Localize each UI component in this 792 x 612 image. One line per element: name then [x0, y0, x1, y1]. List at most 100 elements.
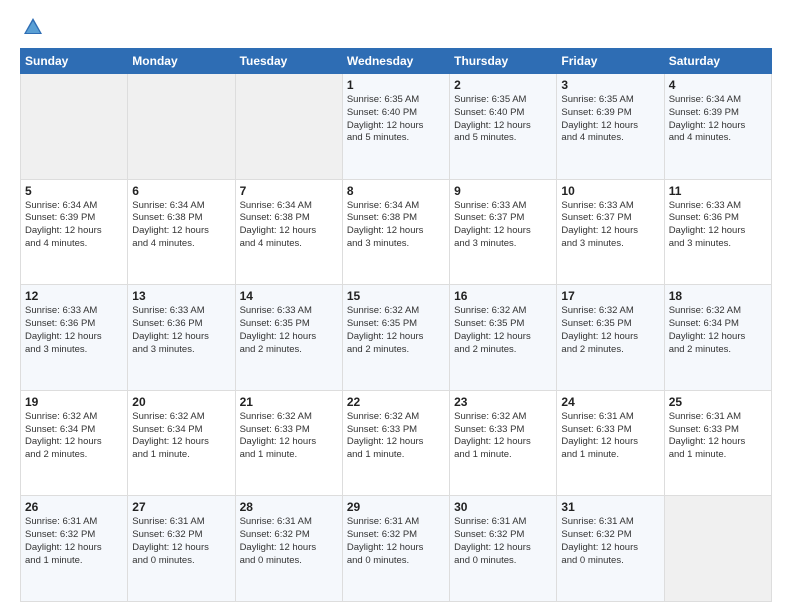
calendar-cell: 16 Sunrise: 6:32 AM Sunset: 6:35 PM Dayli… — [450, 285, 557, 391]
day-info: Sunrise: 6:31 AM Sunset: 6:32 PM Dayligh… — [240, 516, 338, 567]
day-info: Sunrise: 6:34 AM Sunset: 6:39 PM Dayligh… — [669, 94, 767, 145]
calendar-cell: 19 Sunrise: 6:32 AM Sunset: 6:34 PM Dayli… — [21, 390, 128, 496]
calendar-cell: 3 Sunrise: 6:35 AM Sunset: 6:39 PM Daylig… — [557, 74, 664, 180]
calendar-cell: 23 Sunrise: 6:32 AM Sunset: 6:33 PM Dayli… — [450, 390, 557, 496]
calendar-cell: 31 Sunrise: 6:31 AM Sunset: 6:32 PM Dayli… — [557, 496, 664, 602]
day-info: Sunrise: 6:32 AM Sunset: 6:33 PM Dayligh… — [347, 411, 445, 462]
header — [20, 16, 772, 38]
day-number: 23 — [454, 395, 552, 409]
day-info: Sunrise: 6:32 AM Sunset: 6:34 PM Dayligh… — [669, 305, 767, 356]
weekday-header-row: SundayMondayTuesdayWednesdayThursdayFrid… — [21, 49, 772, 74]
day-number: 6 — [132, 184, 230, 198]
calendar-cell: 26 Sunrise: 6:31 AM Sunset: 6:32 PM Dayli… — [21, 496, 128, 602]
calendar-cell: 17Sunrise: 6:32 AM Sunset: 6:35 PM Dayli… — [557, 285, 664, 391]
calendar-cell — [128, 74, 235, 180]
day-info: Sunrise: 6:31 AM Sunset: 6:32 PM Dayligh… — [454, 516, 552, 567]
day-number: 29 — [347, 500, 445, 514]
day-info: Sunrise: 6:33 AM Sunset: 6:35 PM Dayligh… — [240, 305, 338, 356]
calendar-cell: 12 Sunrise: 6:33 AM Sunset: 6:36 PM Dayli… — [21, 285, 128, 391]
weekday-thursday: Thursday — [450, 49, 557, 74]
calendar-cell: 20Sunrise: 6:32 AM Sunset: 6:34 PM Dayli… — [128, 390, 235, 496]
day-number: 4 — [669, 78, 767, 92]
calendar-cell: 4 Sunrise: 6:34 AM Sunset: 6:39 PM Daylig… — [664, 74, 771, 180]
day-info: Sunrise: 6:34 AM Sunset: 6:38 PM Dayligh… — [132, 200, 230, 251]
day-number: 10 — [561, 184, 659, 198]
calendar-cell: 5Sunrise: 6:34 AM Sunset: 6:39 PM Daylig… — [21, 179, 128, 285]
calendar-cell: 11 Sunrise: 6:33 AM Sunset: 6:36 PM Dayli… — [664, 179, 771, 285]
day-info: Sunrise: 6:31 AM Sunset: 6:32 PM Dayligh… — [561, 516, 659, 567]
week-row-4: 19 Sunrise: 6:32 AM Sunset: 6:34 PM Dayli… — [21, 390, 772, 496]
calendar-cell: 7 Sunrise: 6:34 AM Sunset: 6:38 PM Daylig… — [235, 179, 342, 285]
day-number: 30 — [454, 500, 552, 514]
calendar-cell: 28 Sunrise: 6:31 AM Sunset: 6:32 PM Dayli… — [235, 496, 342, 602]
day-info: Sunrise: 6:34 AM Sunset: 6:38 PM Dayligh… — [240, 200, 338, 251]
day-info: Sunrise: 6:35 AM Sunset: 6:39 PM Dayligh… — [561, 94, 659, 145]
day-info: Sunrise: 6:31 AM Sunset: 6:32 PM Dayligh… — [132, 516, 230, 567]
day-info: Sunrise: 6:33 AM Sunset: 6:36 PM Dayligh… — [669, 200, 767, 251]
calendar-cell: 18 Sunrise: 6:32 AM Sunset: 6:34 PM Dayli… — [664, 285, 771, 391]
week-row-2: 5Sunrise: 6:34 AM Sunset: 6:39 PM Daylig… — [21, 179, 772, 285]
day-number: 12 — [25, 289, 123, 303]
logo-icon — [22, 16, 44, 38]
calendar-cell: 6 Sunrise: 6:34 AM Sunset: 6:38 PM Daylig… — [128, 179, 235, 285]
day-info: Sunrise: 6:35 AM Sunset: 6:40 PM Dayligh… — [347, 94, 445, 145]
page: SundayMondayTuesdayWednesdayThursdayFrid… — [0, 0, 792, 612]
logo — [20, 16, 44, 38]
weekday-saturday: Saturday — [664, 49, 771, 74]
day-info: Sunrise: 6:33 AM Sunset: 6:36 PM Dayligh… — [132, 305, 230, 356]
weekday-friday: Friday — [557, 49, 664, 74]
calendar-cell: 2 Sunrise: 6:35 AM Sunset: 6:40 PM Daylig… — [450, 74, 557, 180]
day-info: Sunrise: 6:34 AM Sunset: 6:39 PM Dayligh… — [25, 200, 123, 251]
week-row-3: 12 Sunrise: 6:33 AM Sunset: 6:36 PM Dayli… — [21, 285, 772, 391]
day-number: 7 — [240, 184, 338, 198]
weekday-wednesday: Wednesday — [342, 49, 449, 74]
calendar-cell: 14 Sunrise: 6:33 AM Sunset: 6:35 PM Dayli… — [235, 285, 342, 391]
calendar-cell: 27 Sunrise: 6:31 AM Sunset: 6:32 PM Dayli… — [128, 496, 235, 602]
calendar-cell: 25Sunrise: 6:31 AM Sunset: 6:33 PM Dayli… — [664, 390, 771, 496]
day-number: 17 — [561, 289, 659, 303]
day-number: 31 — [561, 500, 659, 514]
day-number: 9 — [454, 184, 552, 198]
calendar-cell: 1 Sunrise: 6:35 AM Sunset: 6:40 PM Daylig… — [342, 74, 449, 180]
calendar-cell — [21, 74, 128, 180]
day-info: Sunrise: 6:32 AM Sunset: 6:34 PM Dayligh… — [132, 411, 230, 462]
day-number: 2 — [454, 78, 552, 92]
day-number: 13 — [132, 289, 230, 303]
day-info: Sunrise: 6:32 AM Sunset: 6:33 PM Dayligh… — [240, 411, 338, 462]
day-info: Sunrise: 6:32 AM Sunset: 6:34 PM Dayligh… — [25, 411, 123, 462]
day-number: 15 — [347, 289, 445, 303]
day-number: 18 — [669, 289, 767, 303]
day-info: Sunrise: 6:32 AM Sunset: 6:35 PM Dayligh… — [347, 305, 445, 356]
day-info: Sunrise: 6:33 AM Sunset: 6:36 PM Dayligh… — [25, 305, 123, 356]
day-info: Sunrise: 6:31 AM Sunset: 6:32 PM Dayligh… — [25, 516, 123, 567]
day-number: 21 — [240, 395, 338, 409]
calendar-cell: 30 Sunrise: 6:31 AM Sunset: 6:32 PM Dayli… — [450, 496, 557, 602]
day-number: 1 — [347, 78, 445, 92]
day-info: Sunrise: 6:32 AM Sunset: 6:35 PM Dayligh… — [454, 305, 552, 356]
week-row-5: 26 Sunrise: 6:31 AM Sunset: 6:32 PM Dayli… — [21, 496, 772, 602]
calendar-table: SundayMondayTuesdayWednesdayThursdayFrid… — [20, 48, 772, 602]
calendar-cell: 22Sunrise: 6:32 AM Sunset: 6:33 PM Dayli… — [342, 390, 449, 496]
day-number: 3 — [561, 78, 659, 92]
day-number: 26 — [25, 500, 123, 514]
day-number: 19 — [25, 395, 123, 409]
week-row-1: 1 Sunrise: 6:35 AM Sunset: 6:40 PM Daylig… — [21, 74, 772, 180]
calendar-cell: 10 Sunrise: 6:33 AM Sunset: 6:37 PM Dayli… — [557, 179, 664, 285]
calendar-cell: 8Sunrise: 6:34 AM Sunset: 6:38 PM Daylig… — [342, 179, 449, 285]
day-info: Sunrise: 6:35 AM Sunset: 6:40 PM Dayligh… — [454, 94, 552, 145]
day-number: 16 — [454, 289, 552, 303]
day-info: Sunrise: 6:33 AM Sunset: 6:37 PM Dayligh… — [561, 200, 659, 251]
calendar-cell: 24 Sunrise: 6:31 AM Sunset: 6:33 PM Dayli… — [557, 390, 664, 496]
day-number: 27 — [132, 500, 230, 514]
day-number: 11 — [669, 184, 767, 198]
day-number: 25 — [669, 395, 767, 409]
day-number: 14 — [240, 289, 338, 303]
day-info: Sunrise: 6:31 AM Sunset: 6:33 PM Dayligh… — [561, 411, 659, 462]
day-number: 24 — [561, 395, 659, 409]
day-number: 28 — [240, 500, 338, 514]
calendar-cell — [664, 496, 771, 602]
day-info: Sunrise: 6:31 AM Sunset: 6:32 PM Dayligh… — [347, 516, 445, 567]
weekday-tuesday: Tuesday — [235, 49, 342, 74]
calendar-cell: 9Sunrise: 6:33 AM Sunset: 6:37 PM Daylig… — [450, 179, 557, 285]
day-info: Sunrise: 6:32 AM Sunset: 6:33 PM Dayligh… — [454, 411, 552, 462]
